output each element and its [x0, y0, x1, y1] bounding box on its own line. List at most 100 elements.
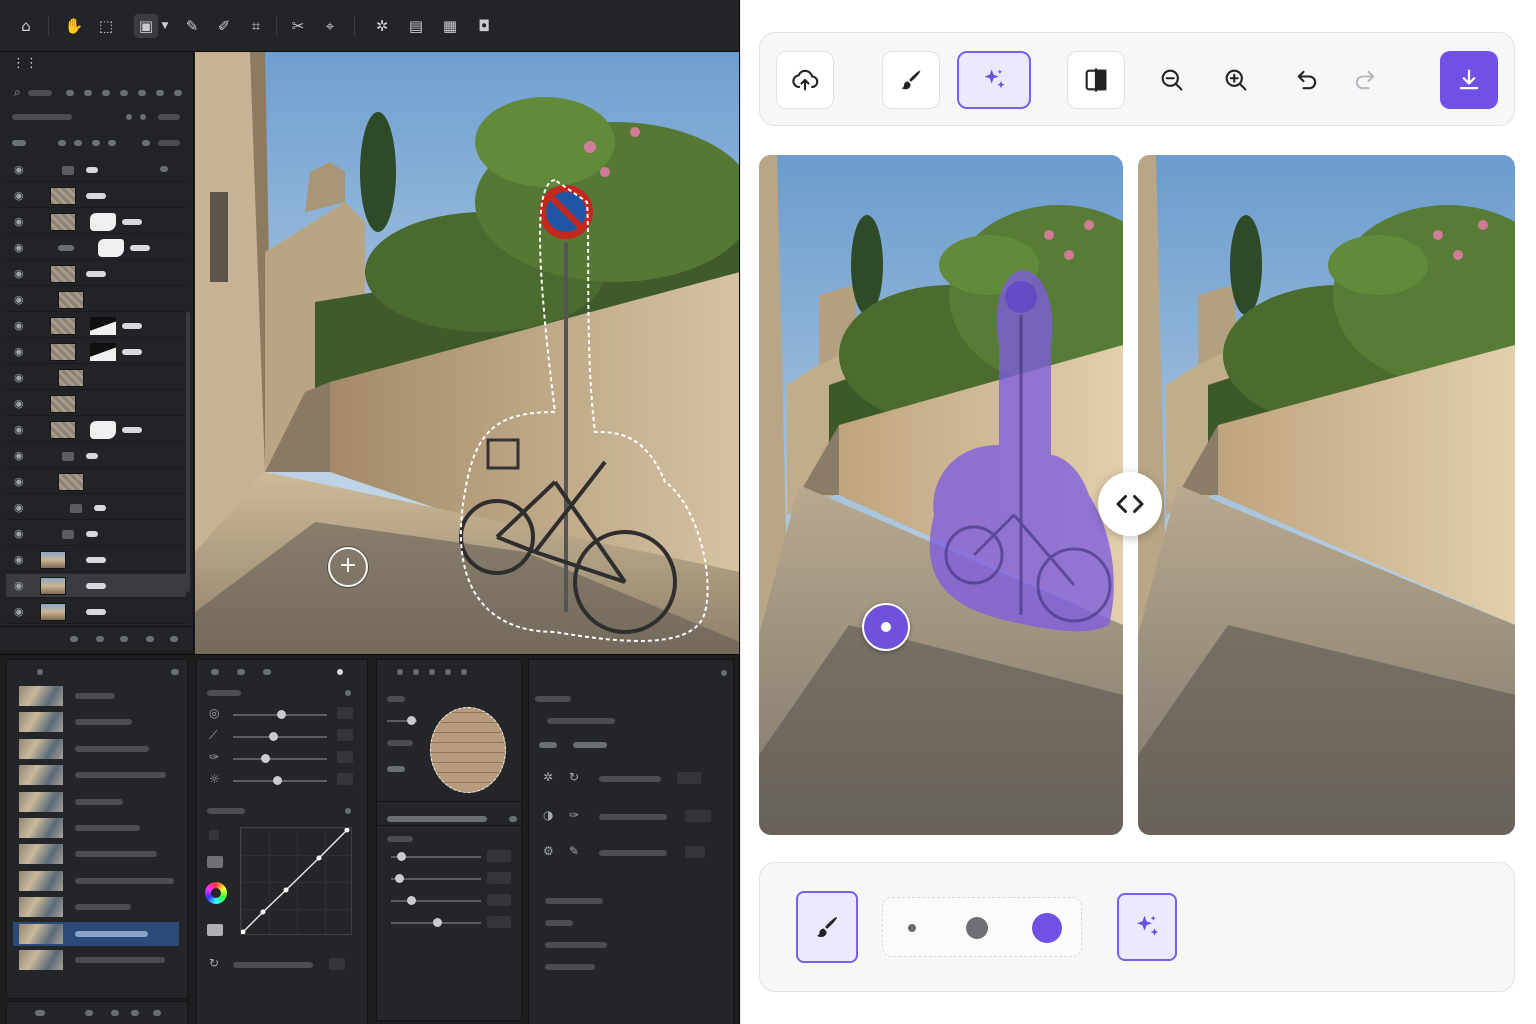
- search-field[interactable]: [28, 90, 52, 96]
- clone-icon[interactable]: ✂: [286, 14, 310, 38]
- color-wheel-icon[interactable]: [205, 882, 227, 904]
- eye-icon[interactable]: ◉: [14, 501, 24, 515]
- lock-icon[interactable]: [74, 140, 82, 146]
- channel-swatch[interactable]: [209, 830, 219, 840]
- layer-row[interactable]: ◉: [6, 392, 186, 416]
- brush-size-large[interactable]: [1032, 913, 1062, 943]
- curves-graph[interactable]: [240, 827, 352, 935]
- layer-mask-thumbnail[interactable]: [98, 239, 124, 257]
- section-row[interactable]: [545, 942, 607, 948]
- filmstrip-item[interactable]: [13, 816, 179, 840]
- layer-mask-thumbnail[interactable]: [90, 421, 116, 439]
- grid-icon[interactable]: ▦: [438, 14, 462, 38]
- brush-settings-icon[interactable]: [509, 816, 517, 822]
- filmstrip-item[interactable]: [13, 948, 179, 972]
- eye-icon[interactable]: ◉: [14, 449, 24, 463]
- layers-scrollbar[interactable]: [186, 312, 190, 592]
- tab-icon[interactable]: [211, 669, 219, 675]
- brush-mode-button[interactable]: [796, 891, 858, 963]
- exposure-value-field[interactable]: [337, 707, 353, 719]
- after-image[interactable]: [1138, 155, 1515, 835]
- layer-row[interactable]: ◉: [6, 158, 186, 182]
- property-value[interactable]: [685, 846, 705, 858]
- add-mask-icon[interactable]: [120, 636, 128, 642]
- pen-icon[interactable]: ✐: [212, 14, 236, 38]
- lock-icon[interactable]: [12, 140, 26, 146]
- eye-icon[interactable]: ◉: [14, 605, 24, 619]
- tool-icon[interactable]: [429, 669, 435, 675]
- layers-icon[interactable]: ▤: [404, 14, 428, 38]
- property-slider[interactable]: [599, 850, 667, 856]
- eye-icon[interactable]: ◉: [14, 527, 24, 541]
- settings-icon[interactable]: ✲: [543, 770, 553, 784]
- layer-row[interactable]: ◉: [6, 184, 186, 208]
- brush-tool-button[interactable]: [882, 51, 940, 109]
- new-icon[interactable]: [131, 1010, 139, 1016]
- mask-icon[interactable]: [539, 742, 557, 748]
- tab-icon[interactable]: [337, 669, 343, 675]
- hand-icon[interactable]: ✋: [62, 14, 86, 38]
- filmstrip-item[interactable]: [13, 869, 179, 893]
- download-button[interactable]: [1440, 51, 1498, 109]
- chevron-down-icon[interactable]: [126, 114, 132, 120]
- delete-icon[interactable]: [153, 1010, 161, 1016]
- layer-row[interactable]: ◉: [6, 574, 186, 598]
- magic-brush-button[interactable]: [1117, 893, 1177, 961]
- highlights-value-field[interactable]: [337, 751, 353, 763]
- tool-icon[interactable]: [461, 669, 467, 675]
- roundness-slider[interactable]: [391, 900, 481, 902]
- tab-icon[interactable]: [237, 669, 245, 675]
- reset-icon[interactable]: ↻: [209, 956, 219, 970]
- highlights-slider[interactable]: [233, 758, 327, 760]
- panel-close-icon[interactable]: [721, 670, 727, 676]
- tool-icon[interactable]: [445, 669, 451, 675]
- eraser-icon[interactable]: ✎: [180, 14, 204, 38]
- filmstrip-item[interactable]: [13, 763, 179, 787]
- contrast-value-field[interactable]: [337, 729, 353, 741]
- folder-icon[interactable]: [111, 1010, 119, 1016]
- slider-knob[interactable]: [261, 754, 270, 763]
- eye-icon[interactable]: ◉: [14, 293, 24, 307]
- layer-row[interactable]: ◉: [6, 470, 186, 494]
- compare-slider-handle[interactable]: [1098, 472, 1162, 536]
- layer-row[interactable]: ◉: [6, 366, 186, 390]
- filter-icon[interactable]: [156, 90, 164, 96]
- spacing-value[interactable]: [487, 916, 511, 928]
- layer-mask-thumbnail[interactable]: [90, 213, 116, 231]
- marquee-icon[interactable]: ⬚: [94, 14, 118, 38]
- brush-tool-icons[interactable]: [387, 816, 487, 822]
- eye-icon[interactable]: ◉: [14, 267, 24, 281]
- property-value[interactable]: [685, 810, 711, 822]
- property-value[interactable]: [677, 772, 701, 784]
- eye-icon[interactable]: ◉: [14, 319, 24, 333]
- filmstrip-item[interactable]: [13, 684, 179, 708]
- slider-knob[interactable]: [397, 852, 406, 861]
- link-icon[interactable]: [35, 1010, 45, 1016]
- layer-row[interactable]: ◉: [6, 444, 186, 468]
- opacity-field[interactable]: [158, 114, 180, 120]
- lock-icon[interactable]: [92, 140, 100, 146]
- curves-slider[interactable]: [233, 962, 313, 968]
- filter-icon[interactable]: [174, 90, 182, 96]
- property-slider[interactable]: [599, 814, 667, 820]
- layer-row[interactable]: ◉: [6, 418, 186, 442]
- layer-row[interactable]: ◉: [6, 288, 186, 312]
- delete-layer-icon[interactable]: [170, 636, 178, 642]
- eye-icon[interactable]: ◉: [14, 345, 24, 359]
- slider-knob[interactable]: [407, 896, 416, 905]
- filmstrip-item[interactable]: [13, 895, 179, 919]
- before-image[interactable]: [759, 155, 1123, 835]
- home-icon[interactable]: ⌂: [14, 14, 38, 38]
- filmstrip-item[interactable]: [13, 921, 179, 946]
- gear-icon[interactable]: ⚙: [543, 844, 554, 858]
- eye-icon[interactable]: ◉: [14, 475, 24, 489]
- upload-button[interactable]: [776, 51, 834, 109]
- tool-icon[interactable]: [413, 669, 419, 675]
- slider-knob[interactable]: [277, 710, 286, 719]
- eye-icon[interactable]: ◉: [14, 579, 24, 593]
- contrast-slider[interactable]: [233, 736, 327, 738]
- magic-remove-button[interactable]: [957, 51, 1031, 109]
- chevron-down-icon[interactable]: [345, 808, 351, 814]
- section-row[interactable]: [545, 898, 603, 904]
- property-slider[interactable]: [599, 776, 661, 782]
